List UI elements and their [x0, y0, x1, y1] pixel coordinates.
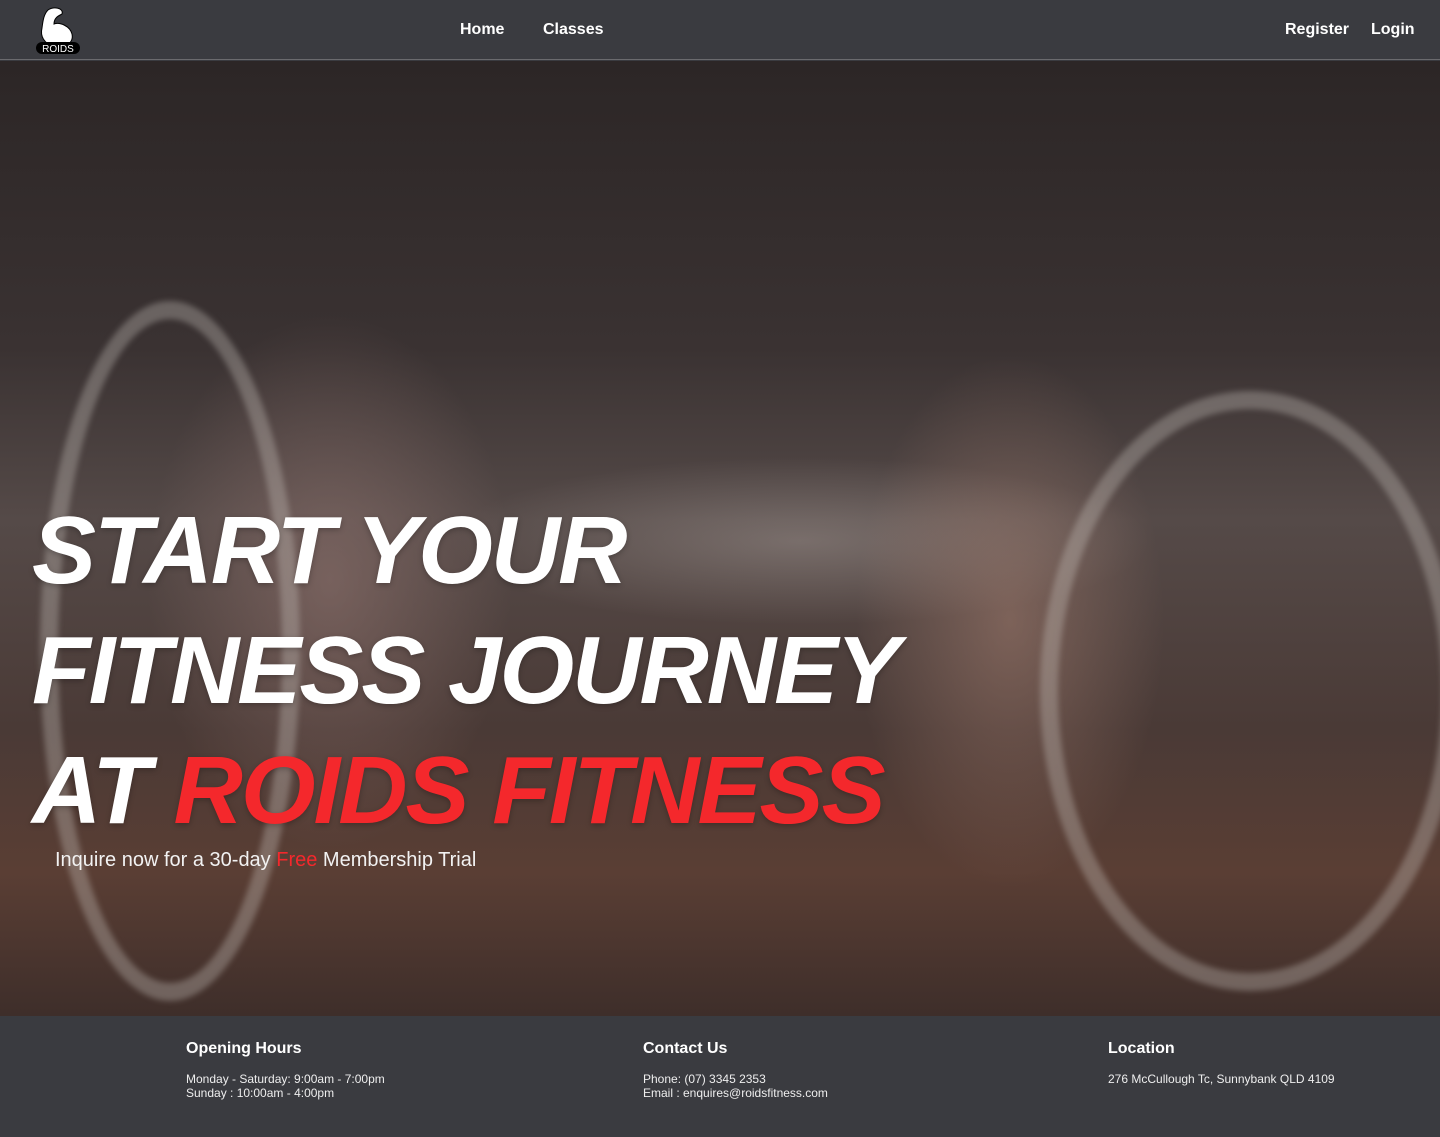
nav-classes[interactable]: Classes — [543, 21, 604, 39]
footer-opening-hours: Opening Hours Monday - Saturday: 9:00am … — [186, 1040, 385, 1100]
logo-text: ROIDS — [42, 44, 74, 55]
contact-email[interactable]: Email : enquires@roidsfitness.com — [643, 1086, 828, 1100]
hero-subtitle: Inquire now for a 30-day Free Membership… — [55, 849, 476, 872]
nav-home[interactable]: Home — [460, 21, 504, 39]
headline-line-3: AT ROIDS FITNESS — [32, 731, 898, 851]
contact-phone: Phone: (07) 3345 2353 — [643, 1072, 766, 1086]
subtitle-free: Free — [276, 849, 318, 871]
subtitle-suffix: Membership Trial — [317, 849, 477, 871]
headline-prefix: AT — [32, 737, 174, 844]
footer-heading: Contact Us — [643, 1040, 728, 1057]
footer-heading: Location — [1108, 1040, 1175, 1057]
headline-brand: ROIDS FITNESS — [173, 737, 886, 844]
hours-line: Sunday : 10:00am - 4:00pm — [186, 1086, 335, 1100]
logo-icon[interactable]: ROIDS — [34, 6, 82, 56]
footer-location: Location 276 McCullough Tc, Sunnybank QL… — [1108, 1040, 1335, 1086]
location-address: 276 McCullough Tc, Sunnybank QLD 4109 — [1108, 1072, 1335, 1086]
subtitle-prefix: Inquire now for a 30-day — [55, 849, 277, 871]
headline-line-2: FITNESS JOURNEY — [32, 617, 900, 724]
hero-headline: START YOUR FITNESS JOURNEY AT ROIDS FITN… — [32, 491, 900, 851]
footer-heading: Opening Hours — [186, 1040, 302, 1057]
footer-contact: Contact Us Phone: (07) 3345 2353 Email :… — [643, 1040, 828, 1100]
nav-login[interactable]: Login — [1371, 21, 1415, 39]
hours-line: Monday - Saturday: 9:00am - 7:00pm — [186, 1072, 385, 1086]
top-nav: ROIDS Home Classes Register Login — [0, 0, 1440, 60]
hero-banner: START YOUR FITNESS JOURNEY AT ROIDS FITN… — [0, 61, 1440, 1016]
footer: Opening Hours Monday - Saturday: 9:00am … — [0, 1017, 1440, 1137]
hero-background-rope — [1040, 391, 1440, 991]
nav-register[interactable]: Register — [1285, 21, 1349, 39]
headline-line-1: START YOUR — [32, 497, 627, 604]
